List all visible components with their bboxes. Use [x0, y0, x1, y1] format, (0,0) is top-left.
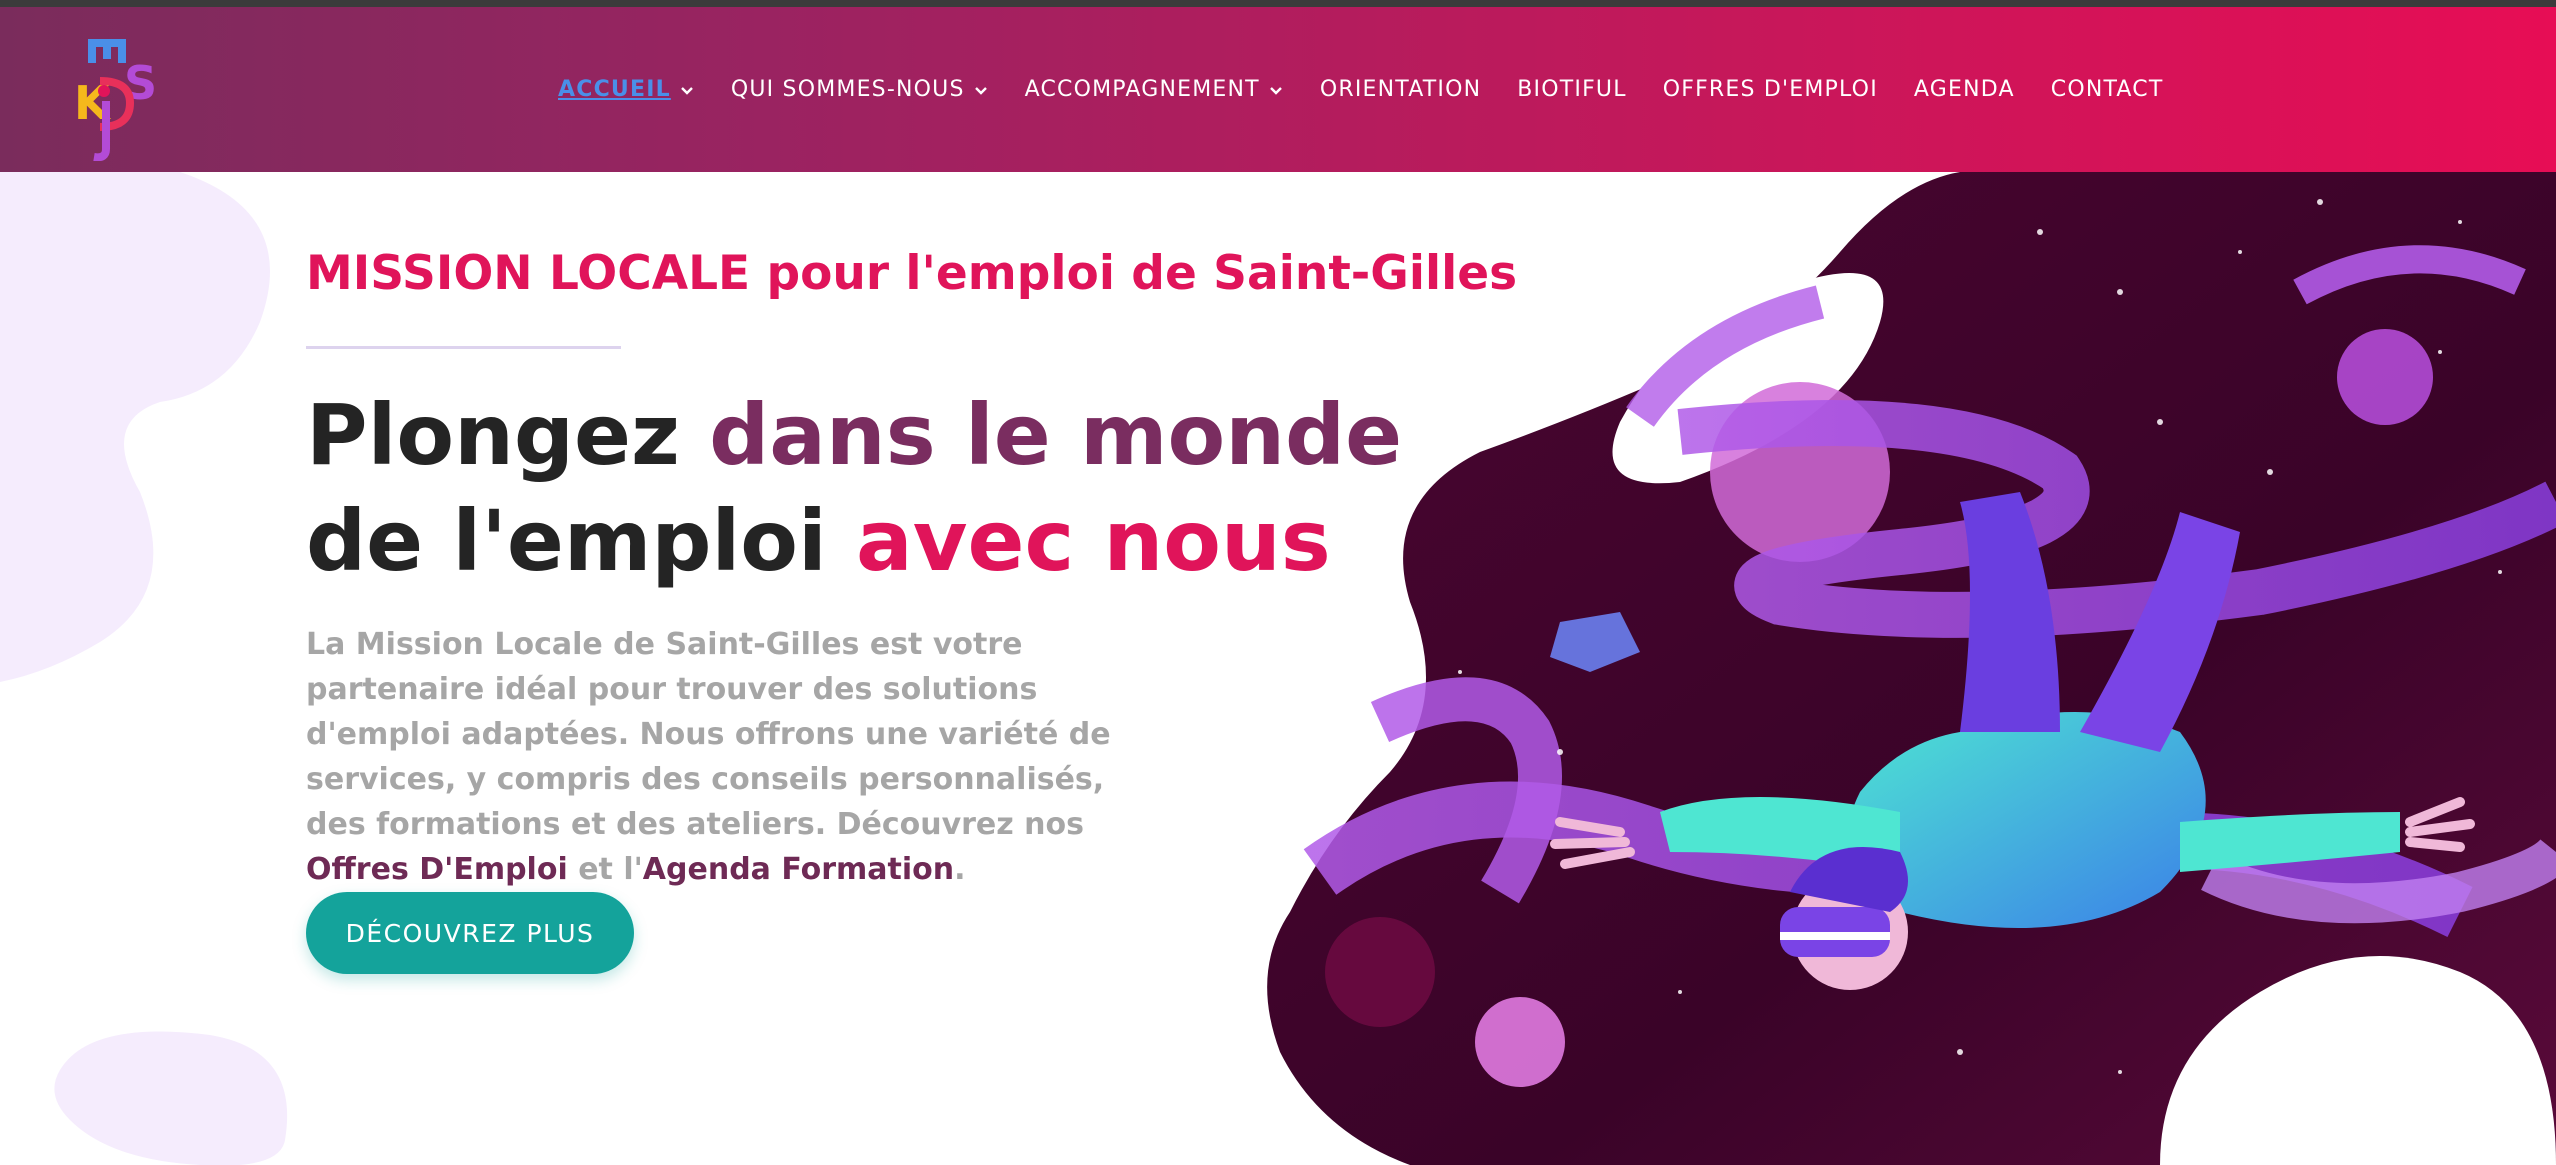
navbar: S K ACCUEIL QUI SOMMES-NOUS ACCOMPAGNEMENT…: [0, 7, 2556, 172]
discover-more-button[interactable]: DÉCOUVREZ PLUS: [306, 892, 634, 974]
chevron-down-icon: [1269, 86, 1282, 95]
nav-item-label: ACCUEIL: [558, 77, 671, 102]
decorative-blob: [54, 1031, 288, 1165]
headline-highlight-pink: avec nous: [856, 492, 1331, 590]
hero-headline: Plongez dans le monde de l'emploi avec n…: [306, 382, 1406, 594]
subtitle-divider: [306, 346, 621, 349]
top-border: [0, 0, 2556, 7]
nav-item-label: BIOTIFUL: [1517, 77, 1627, 102]
hero-subtitle: MISSION LOCALE pour l'emploi de Saint-Gi…: [306, 246, 1518, 301]
nav-item-label: ORIENTATION: [1319, 77, 1482, 102]
chevron-down-icon: [974, 86, 987, 95]
headline-part: de l'emploi: [306, 492, 857, 590]
main-nav: ACCUEIL QUI SOMMES-NOUS ACCOMPAGNEMENT ORIE…: [558, 7, 2200, 172]
nav-item-accompagnement[interactable]: ACCOMPAGNEMENT: [1025, 77, 1284, 102]
headline-part: Plongez: [306, 386, 710, 484]
headline-highlight-purple: dans le monde: [709, 386, 1403, 484]
nav-item-label: ACCOMPAGNEMENT: [1024, 77, 1260, 102]
mjkds-logo[interactable]: S K: [70, 31, 170, 161]
description-text: .: [954, 852, 966, 887]
nav-item-biotiful[interactable]: BIOTIFUL: [1517, 77, 1626, 102]
decorative-blob: [0, 172, 270, 682]
job-offers-link[interactable]: Offres D'Emploi: [306, 852, 568, 887]
nav-item-agenda[interactable]: AGENDA: [1914, 77, 2015, 102]
description-text: La Mission Locale de Saint-Gilles est vo…: [306, 627, 1111, 842]
nav-item-label: OFFRES D'EMPLOI: [1662, 77, 1878, 102]
nav-item-label: QUI SOMMES-NOUS: [730, 77, 965, 102]
nav-item-contact[interactable]: CONTACT: [2051, 77, 2164, 102]
hero-description: La Mission Locale de Saint-Gilles est vo…: [306, 622, 1126, 892]
nav-item-accueil[interactable]: ACCUEIL: [558, 77, 695, 102]
chevron-down-icon: [680, 86, 693, 95]
description-text: et l': [567, 852, 643, 887]
nav-item-label: CONTACT: [2050, 77, 2164, 102]
nav-item-offres-d-emploi[interactable]: OFFRES D'EMPLOI: [1663, 77, 1878, 102]
nav-item-label: AGENDA: [1913, 77, 2015, 102]
nav-item-qui-sommes-nous[interactable]: QUI SOMMES-NOUS: [731, 77, 989, 102]
training-agenda-link[interactable]: Agenda Formation: [643, 852, 954, 887]
vr-diver-space-illustration: [1267, 172, 2556, 1165]
nav-item-orientation[interactable]: ORIENTATION: [1320, 77, 1481, 102]
